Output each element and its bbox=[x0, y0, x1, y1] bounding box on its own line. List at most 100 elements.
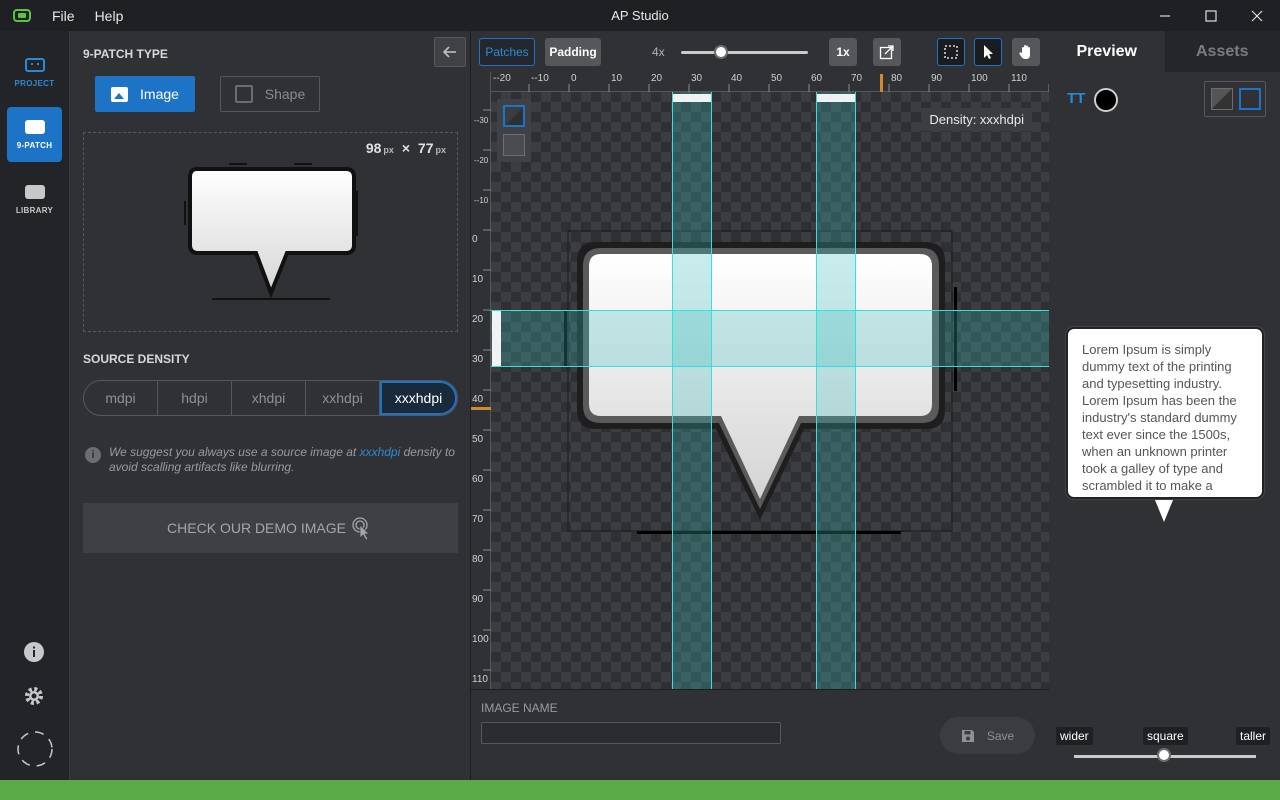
image-name-bar: IMAGE NAME Save bbox=[471, 689, 1049, 780]
info-icon bbox=[24, 642, 44, 662]
minimize-icon bbox=[1160, 14, 1170, 17]
ratio-taller-label: taller bbox=[1236, 727, 1271, 745]
density-xhdpi[interactable]: xhdpi bbox=[232, 381, 306, 415]
hand-icon bbox=[1019, 45, 1030, 59]
tab-preview[interactable]: Preview bbox=[1049, 31, 1165, 72]
arrow-left-icon bbox=[442, 46, 456, 58]
nav-ninepatch-label: 9-PATCH bbox=[16, 140, 53, 150]
menu-file[interactable]: File bbox=[52, 8, 75, 24]
font-size-icon[interactable]: TT bbox=[1067, 90, 1085, 107]
density-xxxhdpi[interactable]: xxxhdpi bbox=[380, 381, 457, 415]
menu-help[interactable]: Help bbox=[95, 8, 124, 24]
horizontal-ruler: --20 --10 0 10 20 30 40 50 60 70 80 90 1… bbox=[471, 72, 1049, 92]
focus-frame-icon bbox=[17, 731, 53, 767]
ninepatch-editor: Patches Padding 4x 1x --20 --10 0 10 20 … bbox=[471, 31, 1049, 780]
right-panel: Preview Assets TT Lorem Ipsum is simply … bbox=[1049, 31, 1280, 780]
library-icon bbox=[24, 184, 45, 199]
text-color-picker[interactable] bbox=[1094, 88, 1118, 112]
ninepatch-icon bbox=[24, 119, 45, 134]
density-badge: Density: xxxhdpi bbox=[921, 108, 1032, 131]
open-external-button[interactable] bbox=[873, 38, 901, 66]
ruler-h-label: 60 bbox=[811, 73, 823, 84]
window-title: AP Studio bbox=[611, 8, 669, 23]
ruler-v-label: 0 bbox=[472, 234, 478, 245]
demo-image-button[interactable]: CHECK OUR DEMO IMAGE bbox=[83, 503, 458, 553]
minimize-button[interactable] bbox=[1142, 0, 1188, 31]
ruler-v-label: --10 bbox=[474, 196, 489, 205]
checker-bg-swatch[interactable] bbox=[503, 105, 525, 127]
aspect-ratio-thumb[interactable] bbox=[1157, 748, 1171, 762]
patches-toggle[interactable]: Patches bbox=[479, 38, 535, 66]
ratio-square-label: square bbox=[1143, 727, 1188, 745]
status-bar bbox=[0, 780, 1280, 800]
ruler-v-label: 80 bbox=[472, 554, 484, 565]
image-name-input[interactable] bbox=[481, 722, 781, 744]
pan-tool[interactable] bbox=[1012, 38, 1040, 66]
settings-button[interactable] bbox=[23, 685, 45, 707]
density-mdpi[interactable]: mdpi bbox=[84, 381, 158, 415]
ruler-v-label: 70 bbox=[472, 514, 484, 525]
pointer-tool[interactable] bbox=[974, 38, 1002, 66]
ruler-h-label: 100 bbox=[971, 73, 988, 84]
density-hdpi[interactable]: hdpi bbox=[158, 381, 232, 415]
padding-toggle[interactable]: Padding bbox=[545, 38, 601, 66]
marquee-icon bbox=[944, 45, 958, 59]
ruler-h-label: 10 bbox=[611, 73, 623, 84]
shape-type-label: Shape bbox=[264, 86, 306, 102]
dark-preview-swatch[interactable] bbox=[1239, 88, 1261, 110]
hint-info-icon: i bbox=[85, 447, 101, 463]
ninepatch-type-title: 9-PATCH TYPE bbox=[83, 47, 168, 61]
fullscreen-button[interactable] bbox=[17, 731, 53, 767]
canvas-background-picker bbox=[497, 99, 531, 162]
demo-image-label: CHECK OUR DEMO IMAGE bbox=[167, 520, 346, 536]
density-selector: mdpi hdpi xhdpi xxhdpi xxxhdpi bbox=[83, 380, 458, 416]
ruler-v-label: 50 bbox=[472, 434, 484, 445]
collapse-panel-button[interactable] bbox=[434, 37, 466, 67]
marquee-select-tool[interactable] bbox=[937, 38, 965, 66]
save-button[interactable]: Save bbox=[940, 717, 1035, 754]
source-image-preview[interactable]: 98 px × 77 px bbox=[83, 132, 458, 332]
zoom-slider[interactable] bbox=[681, 51, 808, 54]
right-tabs: Preview Assets bbox=[1049, 31, 1280, 72]
maximize-icon bbox=[1205, 9, 1217, 22]
nav-project[interactable]: PROJECT bbox=[7, 45, 62, 100]
ruler-h-label: 40 bbox=[731, 73, 743, 84]
preview-bubble-tail bbox=[1155, 500, 1173, 522]
maximize-button[interactable] bbox=[1188, 0, 1234, 31]
ruler-h-label: 80 bbox=[891, 73, 903, 84]
image-type-label: Image bbox=[140, 86, 179, 102]
ruler-h-label: 0 bbox=[571, 73, 577, 84]
image-name-label: IMAGE NAME bbox=[481, 701, 558, 715]
image-type-button[interactable]: Image bbox=[95, 76, 195, 112]
zoom-slider-thumb[interactable] bbox=[714, 45, 728, 59]
ruler-h-label: 70 bbox=[851, 73, 863, 84]
reset-zoom-button[interactable]: 1x bbox=[829, 38, 857, 66]
close-button[interactable] bbox=[1234, 0, 1280, 31]
ruler-h-label: --10 bbox=[531, 73, 549, 84]
preview-bubble: Lorem Ipsum is simply dummy text of the … bbox=[1066, 327, 1264, 499]
preview-background-toggle bbox=[1204, 81, 1266, 117]
ruler-v-label: 20 bbox=[472, 314, 484, 325]
tab-assets[interactable]: Assets bbox=[1164, 31, 1280, 72]
left-nav: PROJECT 9-PATCH LIBRARY bbox=[0, 31, 70, 780]
ruler-v-label: 40 bbox=[472, 394, 484, 405]
close-icon bbox=[1251, 10, 1263, 21]
checker-preview-swatch[interactable] bbox=[1211, 88, 1233, 110]
density-xxhdpi[interactable]: xxhdpi bbox=[306, 381, 380, 415]
info-button[interactable] bbox=[23, 641, 45, 663]
image-icon bbox=[111, 86, 129, 102]
patch-canvas[interactable]: --20 --10 0 10 20 30 40 50 60 70 80 90 1… bbox=[471, 72, 1049, 689]
source-density-title: SOURCE DENSITY bbox=[83, 352, 190, 366]
hint-highlight: xxxhdpi bbox=[359, 445, 401, 459]
ninepatch-panel: 9-PATCH TYPE Image Shape 98 px × 77 px S… bbox=[70, 31, 471, 780]
ruler-h-label: 20 bbox=[651, 73, 663, 84]
gear-icon bbox=[25, 687, 43, 705]
nav-library[interactable]: LIBRARY bbox=[7, 172, 62, 227]
external-link-icon bbox=[879, 45, 894, 60]
solid-bg-swatch[interactable] bbox=[503, 134, 525, 156]
app-logo-icon bbox=[13, 9, 31, 22]
checkbox-icon bbox=[234, 85, 253, 103]
canvas-artwork bbox=[491, 92, 1049, 689]
shape-type-button[interactable]: Shape bbox=[220, 76, 320, 112]
nav-ninepatch[interactable]: 9-PATCH bbox=[7, 107, 62, 162]
